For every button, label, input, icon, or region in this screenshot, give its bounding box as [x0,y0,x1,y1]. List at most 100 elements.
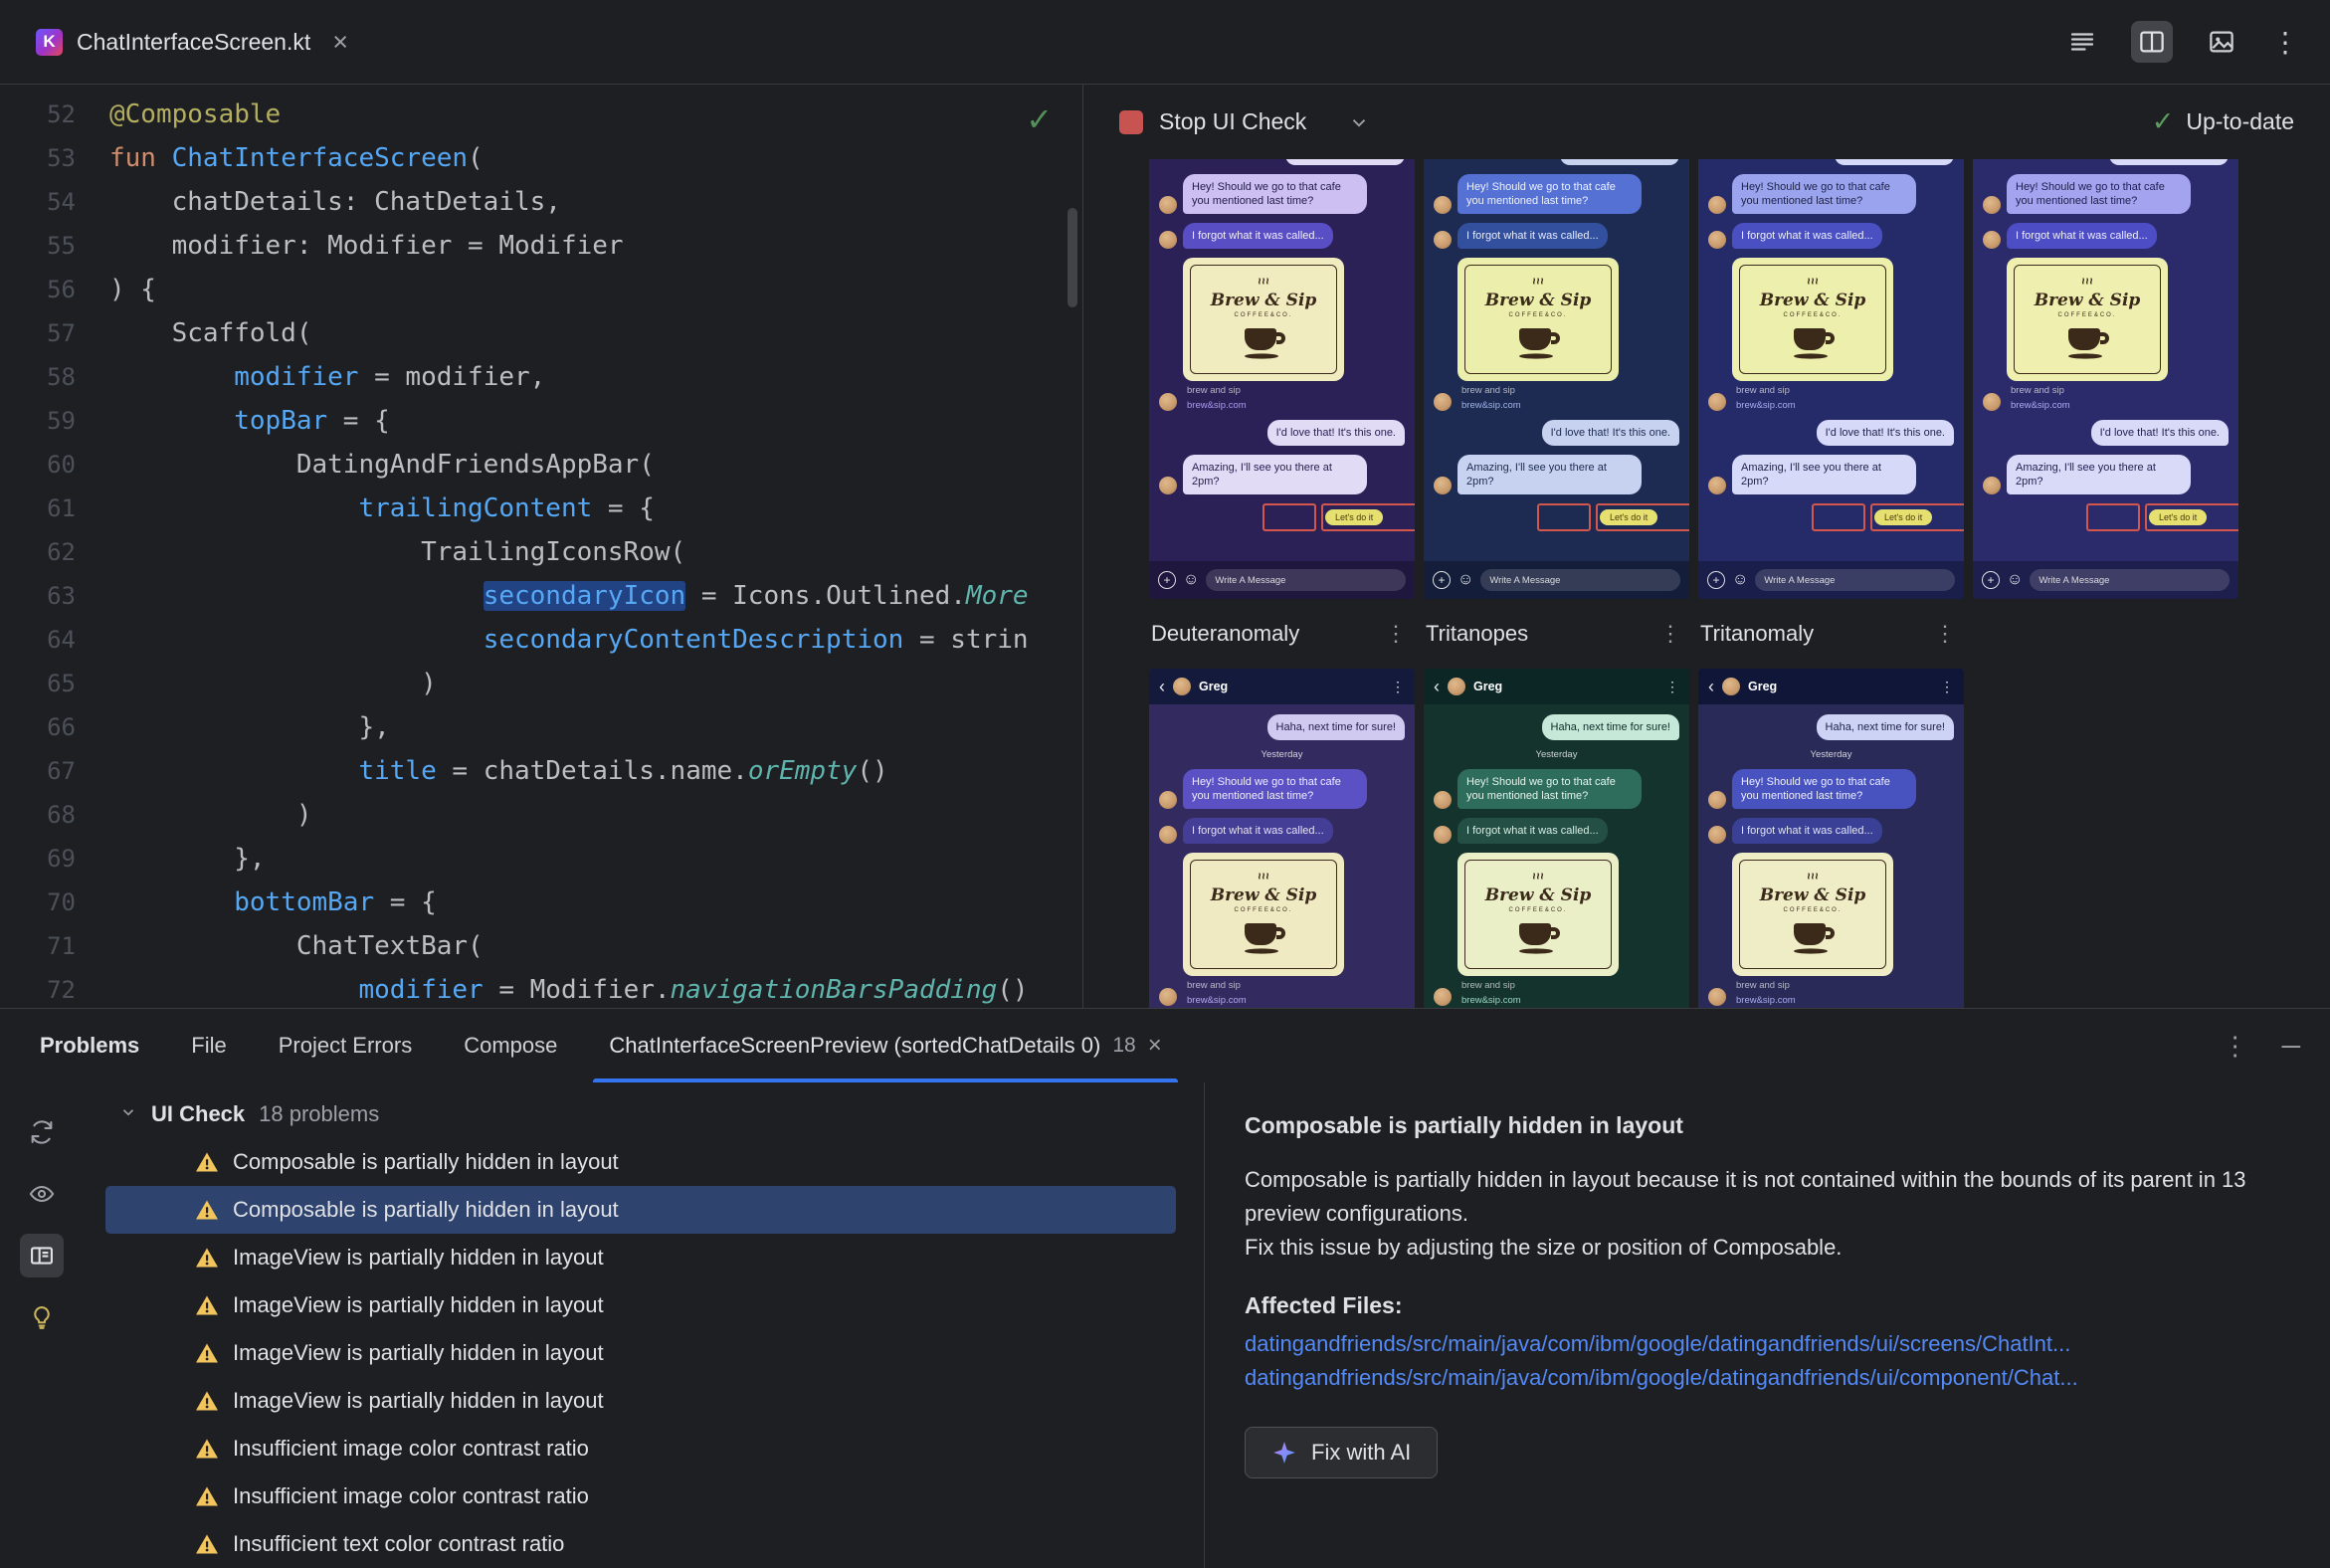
code-line[interactable]: 59 topBar = { [0,399,1082,443]
problem-row[interactable]: Composable is partially hidden in layout [105,1138,1176,1186]
more-options-icon[interactable]: ⋮ [1391,679,1405,695]
tab-compose[interactable]: Compose [438,1009,583,1082]
preview-image-icon[interactable] [2201,21,2242,63]
tab-preview-ui-check[interactable]: ChatInterfaceScreenPreview (sortedChatDe… [583,1009,1187,1082]
more-options-icon[interactable]: ⋮ [1385,621,1407,647]
code-line[interactable]: 63 secondaryIcon = Icons.Outlined.More [0,574,1082,618]
code-editor[interactable]: 52 @Composable 53 fun ChatInterfaceScreen(5… [0,85,1083,1008]
more-options-icon[interactable]: ⋮ [1665,679,1679,695]
suggestion-chip[interactable]: Let's do it [1600,508,1658,525]
avatar [1159,987,1177,1006]
code-line[interactable]: 56) { [0,268,1082,311]
code-line[interactable]: 60 DatingAndFriendsAppBar( [0,443,1082,487]
code-line[interactable]: 72 modifier = Modifier.navigationBarsPad… [0,968,1082,1008]
problem-row[interactable]: ImageView is partially hidden in layout [105,1281,1176,1329]
back-icon[interactable]: ‹ [1708,678,1714,695]
back-icon[interactable]: ‹ [1434,678,1440,695]
add-attachment-icon[interactable]: + [1982,571,2000,589]
more-options-icon[interactable]: ⋮ [1934,621,1956,647]
add-attachment-icon[interactable]: + [1158,571,1176,589]
preview-phone[interactable]: Hey! Should we go to that cafe you menti… [1973,159,2238,599]
code-line[interactable]: 55 modifier: Modifier = Modifier [0,224,1082,268]
emoji-icon[interactable]: ☺ [1732,572,1748,588]
code-line[interactable]: 62 TrailingIconsRow( [0,530,1082,574]
editor-tab[interactable]: K ChatInterfaceScreen.kt × [26,0,358,84]
tab-project-errors[interactable]: Project Errors [253,1009,438,1082]
suggestion-chip[interactable]: Let's do it [1325,508,1384,525]
code-line[interactable]: 65 ) [0,662,1082,705]
code-line[interactable]: 61 trailingContent = { [0,487,1082,530]
chevron-down-icon[interactable] [1348,111,1370,133]
code-line[interactable]: 71 ChatTextBar( [0,924,1082,968]
brew-sip-art: Brew & Sip COFFEE&CO. [1190,265,1337,374]
split-editor-icon[interactable] [2131,21,2173,63]
stop-ui-check-button[interactable]: Stop UI Check [1119,108,1306,135]
more-options-icon[interactable]: ⋮ [2270,26,2300,59]
problem-row[interactable]: Insufficient text color contrast ratio [105,1520,1176,1568]
problem-row[interactable]: ImageView is partially hidden in layout [105,1377,1176,1425]
preview-phone[interactable]: Hey! Should we go to that cafe you menti… [1698,159,1964,599]
code-line[interactable]: 66 }, [0,705,1082,749]
tab-file[interactable]: File [165,1009,252,1082]
emoji-icon[interactable]: ☺ [1457,572,1473,588]
open-files-list-icon[interactable] [2061,21,2103,63]
suggestion-chip[interactable]: Let's do it [1874,508,1933,525]
brew-sip-art: Brew & Sip COFFEE&CO. [1739,265,1886,374]
code-text: bottomBar = { [234,887,437,917]
more-options-icon[interactable]: ⋮ [1940,679,1954,695]
compose-preview-pane: Stop UI Check ✓ Up-to-date Hey! Should w… [1083,85,2330,1008]
code-text: Scaffold( [109,318,312,348]
code-line[interactable]: 52 @Composable [0,93,1082,136]
rerun-check-icon[interactable] [20,1110,64,1154]
message-input[interactable]: Write A Message [1480,569,1680,591]
preview-phone[interactable]: Hey! Should we go to that cafe you menti… [1149,159,1415,599]
lightbulb-icon[interactable] [20,1295,64,1339]
preview-phone[interactable]: ‹ Greg ⋮ Haha, next time for sure! Yesterday… [1698,669,1964,1008]
inspections-ok-icon[interactable]: ✓ [1026,100,1053,138]
code-line[interactable]: 58 modifier = modifier, [0,355,1082,399]
code-line[interactable]: 54 chatDetails: ChatDetails, [0,180,1082,224]
problem-row[interactable]: Insufficient image color contrast ratio [105,1425,1176,1472]
close-tab-icon[interactable]: × [332,27,348,58]
code-line[interactable]: 57 Scaffold( [0,311,1082,355]
details-view-icon[interactable] [20,1234,64,1277]
fix-with-ai-button[interactable]: Fix with AI [1245,1427,1439,1478]
add-attachment-icon[interactable]: + [1707,571,1725,589]
more-options-icon[interactable]: ⋮ [2223,1031,2248,1062]
message-input[interactable]: Write A Message [1755,569,1955,591]
emoji-icon[interactable]: ☺ [2007,572,2023,588]
preview-phone[interactable]: ‹ Greg ⋮ Haha, next time for sure! Yesterday… [1149,669,1415,1008]
code-line[interactable]: 68 ) [0,793,1082,837]
add-attachment-icon[interactable]: + [1433,571,1451,589]
issue-bounds-box: Let's do it [1870,502,1964,531]
code-line[interactable]: 70 bottomBar = { [0,881,1082,924]
affected-file-link[interactable]: datingandfriends/src/main/java/com/ibm/g… [1245,1327,2290,1361]
emoji-icon[interactable]: ☺ [1183,572,1199,588]
tab-problems[interactable]: Problems [14,1009,165,1082]
message-input[interactable]: Write A Message [1206,569,1406,591]
chevron-down-icon[interactable] [119,1101,137,1127]
problem-row[interactable]: Composable is partially hidden in layout [105,1186,1176,1234]
code-line[interactable]: 67 title = chatDetails.name.orEmpty() [0,749,1082,793]
suggestion-chip[interactable]: Let's do it [2149,508,2208,525]
editor-scrollbar[interactable] [1068,208,1077,307]
more-options-icon[interactable]: ⋮ [1659,621,1681,647]
problem-row[interactable]: Insufficient image color contrast ratio [105,1472,1176,1520]
code-line[interactable]: 69 }, [0,837,1082,881]
preview-phone[interactable]: ‹ Greg ⋮ Haha, next time for sure! Yesterday… [1424,669,1689,1008]
problems-group-header[interactable]: UI Check 18 problems [84,1090,1204,1138]
code-line[interactable]: 64 secondaryContentDescription = strin [0,618,1082,662]
preview-visibility-icon[interactable] [20,1172,64,1216]
message-input[interactable]: Write A Message [2030,569,2230,591]
coffee-cup-icon [1787,320,1839,365]
code-line[interactable]: 53 fun ChatInterfaceScreen( [0,136,1082,180]
close-tab-icon[interactable]: × [1148,1032,1162,1060]
coffee-steam-icon [1256,272,1271,290]
brew-sip-image: Brew & Sip COFFEE&CO. [2007,258,2168,381]
back-icon[interactable]: ‹ [1159,678,1165,695]
affected-file-link[interactable]: datingandfriends/src/main/java/com/ibm/g… [1245,1361,2290,1395]
preview-phone[interactable]: Hey! Should we go to that cafe you menti… [1424,159,1689,599]
problem-row[interactable]: ImageView is partially hidden in layout [105,1234,1176,1281]
problem-row[interactable]: ImageView is partially hidden in layout [105,1329,1176,1377]
minimize-panel-icon[interactable]: ─ [2282,1031,2300,1062]
